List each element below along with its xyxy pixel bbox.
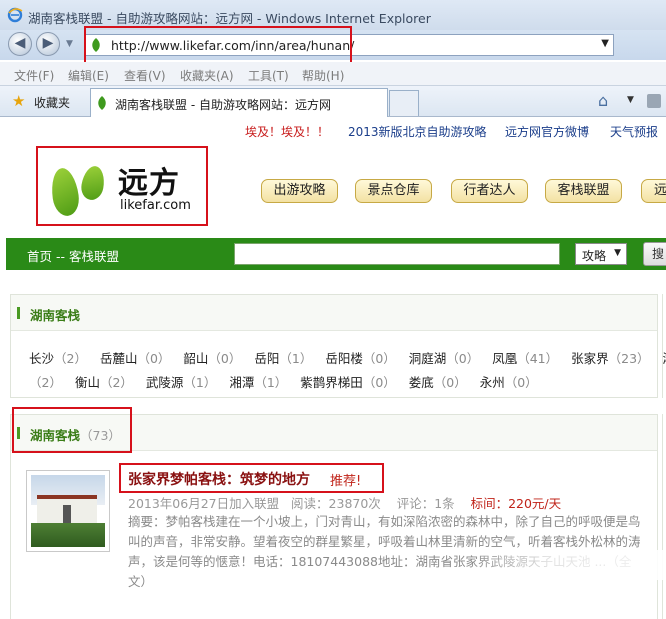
top-link-beijing-guide[interactable]: 2013新版北京自助游攻略 — [348, 123, 487, 140]
city-link[interactable]: 岳麓山 — [100, 351, 138, 366]
city-link[interactable]: 武陵源 — [146, 375, 184, 390]
tab-title: 湖南客栈联盟 - 自助游攻略网站：远方网 — [115, 98, 331, 112]
summary-fade-overlay — [470, 550, 666, 580]
top-link-weibo[interactable]: 远方网官方微博 — [505, 123, 589, 140]
city-count: （0） — [362, 375, 396, 390]
city-count: （0） — [208, 351, 242, 366]
inn-joined-date: 2013年06月27日加入联盟 — [128, 496, 280, 511]
window-title: 湖南客栈联盟 - 自助游攻略网站：远方网 - Windows Internet … — [28, 11, 431, 26]
city-link[interactable]: 洞庭湖 — [409, 351, 447, 366]
favorites-button[interactable]: 收藏夹 — [34, 94, 70, 111]
city-count: （1） — [183, 375, 217, 390]
city-link[interactable]: 长沙 — [29, 351, 54, 366]
rss-feed-icon[interactable] — [647, 94, 661, 108]
breadcrumb[interactable]: 首页 -- 客栈联盟 — [27, 246, 119, 265]
city-link[interactable]: 娄底 — [409, 375, 434, 390]
thumbnail-ground — [31, 523, 105, 547]
regions-panel-title: 湖南客栈 — [30, 308, 81, 323]
menu-favorites[interactable]: 收藏夹(A) — [180, 67, 234, 84]
logo-text-en: likefar.com — [120, 198, 191, 213]
new-tab-button[interactable] — [389, 90, 419, 116]
city-count: （2） — [99, 375, 133, 390]
city-count: （23） — [608, 351, 650, 366]
home-dropdown-icon[interactable]: ▼ — [627, 95, 634, 105]
nav-travelers[interactable]: 行者达人 — [451, 179, 528, 203]
menu-edit[interactable]: 编辑(E) — [68, 67, 109, 84]
sidebar-panel-edge — [662, 414, 666, 619]
city-list-row-1: 长沙（2） 岳麓山（0） 韶山（0） 岳阳（1） 岳阳楼（0） 洞庭湖（0） 凤… — [29, 348, 666, 367]
top-links: 埃及！埃及！！ 2013新版北京自助游攻略 远方网官方微博 天气预报 — [0, 123, 666, 141]
logo-leaf-icon — [48, 166, 82, 218]
city-count: （2） — [54, 351, 87, 366]
panel-accent-bar — [17, 307, 20, 319]
inn-title-link[interactable]: 张家界梦帕客栈：筑梦的地方 — [128, 469, 310, 489]
recommended-badge: 推荐! — [330, 474, 362, 489]
city-count: （0） — [433, 375, 467, 390]
city-count: （0） — [504, 375, 538, 390]
search-category-select[interactable]: 攻略 ▼ — [575, 243, 627, 265]
search-category-value: 攻略 — [582, 249, 607, 263]
inn-thumbnail[interactable] — [26, 470, 110, 552]
menu-file[interactable]: 文件(F) — [14, 67, 54, 84]
menu-help[interactable]: 帮助(H) — [302, 67, 344, 84]
inn-meta: 2013年06月27日加入联盟 阅读：23870次 评论：1条 标间：220元/… — [128, 493, 561, 512]
favorites-star-icon[interactable]: ★ — [12, 92, 25, 110]
nav-travel-guides[interactable]: 出游攻略 — [261, 179, 338, 203]
forward-arrow-icon: ▶ — [42, 35, 54, 51]
regions-panel-header: 湖南客栈 — [11, 295, 657, 331]
favorites-bar: ★ 收藏夹 湖南客栈联盟 - 自助游攻略网站：远方网 ⌂ ▼ — [0, 86, 666, 117]
search-input[interactable] — [234, 243, 560, 265]
top-link-egypt[interactable]: 埃及！埃及！！ — [245, 123, 329, 140]
logo-text-cn: 远方 — [118, 166, 180, 201]
city-count: （0） — [446, 351, 480, 366]
chevron-down-icon: ▼ — [614, 248, 621, 258]
inn-price: 标间：220元/天 — [470, 496, 562, 511]
city-link[interactable]: 岳阳楼 — [325, 351, 363, 366]
city-link[interactable]: 永州 — [480, 375, 505, 390]
city-link[interactable]: 衡山 — [75, 375, 100, 390]
search-bar: 首页 -- 客栈联盟 攻略 ▼ 搜 — [6, 238, 666, 270]
city-count: （1） — [254, 375, 288, 390]
section-highlight-box — [12, 407, 132, 453]
menu-view[interactable]: 查看(V) — [124, 67, 166, 84]
nav-more[interactable]: 远 — [641, 179, 666, 203]
top-link-weather[interactable]: 天气预报 — [610, 123, 658, 140]
inn-reads: 阅读：23870次 — [291, 496, 381, 511]
city-link[interactable]: 岳阳 — [254, 351, 279, 366]
city-count: （0） — [137, 351, 171, 366]
city-count: （1） — [279, 351, 313, 366]
nav-inn-alliance[interactable]: 客栈联盟 — [545, 179, 622, 203]
ie-logo-icon — [7, 7, 23, 23]
menu-bar: 文件(F) 编辑(E) 查看(V) 收藏夹(A) 工具(T) 帮助(H) — [0, 62, 666, 86]
inn-comments[interactable]: 评论：1条 — [397, 496, 455, 511]
logo-leaf-small-icon — [79, 164, 107, 202]
search-button[interactable]: 搜 — [643, 242, 666, 266]
address-dropdown-icon[interactable]: ▼ — [601, 38, 609, 49]
city-count: （0） — [362, 351, 396, 366]
city-link[interactable]: 张家界 — [571, 351, 609, 366]
forward-button[interactable]: ▶ — [36, 32, 60, 56]
city-link[interactable]: 韶山 — [183, 351, 208, 366]
address-highlight-box — [84, 26, 352, 67]
nav-attractions[interactable]: 景点仓库 — [355, 179, 432, 203]
regions-panel: 湖南客栈 长沙（2） 岳麓山（0） 韶山（0） 岳阳（1） 岳阳楼（0） 洞庭湖… — [10, 294, 666, 398]
thumbnail-door — [63, 505, 71, 523]
city-link[interactable]: 紫鹊界梯田 — [300, 375, 363, 390]
web-page: 埃及！埃及！！ 2013新版北京自助游攻略 远方网官方微博 天气预报 远方 li… — [0, 118, 666, 619]
site-logo[interactable]: 远方 likefar.com — [36, 146, 208, 226]
sidebar-panel-edge — [662, 294, 666, 398]
back-button[interactable]: ◀ — [8, 32, 32, 56]
back-arrow-icon: ◀ — [14, 35, 26, 51]
menu-tools[interactable]: 工具(T) — [248, 67, 289, 84]
city-count: （41） — [517, 351, 559, 366]
city-link[interactable]: 凤凰 — [492, 351, 517, 366]
browser-tab-active[interactable]: 湖南客栈联盟 - 自助游攻略网站：远方网 — [90, 88, 388, 117]
history-dropdown-icon[interactable]: ▼ — [66, 39, 73, 49]
city-list-row-2: （2） 衡山（2） 武陵源（1） 湘潭（1） 紫鹊界梯田（0） 娄底（0） 永州… — [29, 372, 547, 391]
city-link[interactable]: 湘潭 — [229, 375, 254, 390]
tab-leaf-icon — [98, 96, 106, 110]
city-count: （2） — [29, 375, 62, 390]
home-icon[interactable]: ⌂ — [598, 91, 608, 110]
